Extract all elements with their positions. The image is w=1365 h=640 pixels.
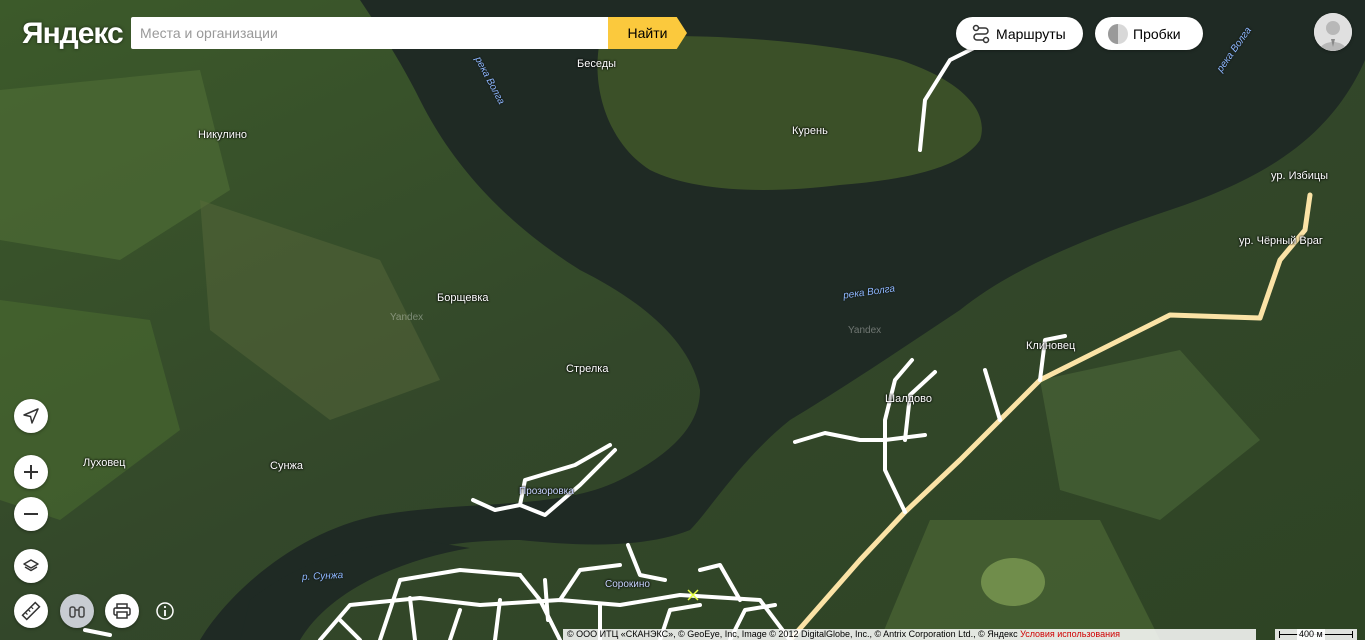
panorama-button[interactable] xyxy=(60,594,94,628)
place-label: ур. Избицы xyxy=(1271,170,1329,182)
scale-label: 400 м xyxy=(1297,629,1325,640)
layers-icon xyxy=(23,559,39,572)
place-label: Стрелка xyxy=(566,363,609,375)
place-label: ур. Чёрный Враг xyxy=(1239,235,1323,247)
place-label: Никулино xyxy=(198,129,248,141)
zoom-out-button[interactable] xyxy=(14,497,48,531)
info-button[interactable] xyxy=(148,594,182,628)
route-icon xyxy=(970,23,992,45)
yandex-logo[interactable]: Яндекс xyxy=(22,17,124,51)
place-label: Сунжа xyxy=(270,460,303,472)
zoom-in-button[interactable] xyxy=(14,455,48,489)
user-icon xyxy=(1314,13,1352,51)
watermark: Yandex xyxy=(848,325,882,336)
user-avatar[interactable] xyxy=(1314,13,1352,51)
place-label: Беседы xyxy=(577,58,617,70)
place-label: Луховец xyxy=(83,457,126,469)
ruler-icon xyxy=(21,601,41,621)
traffic-label: Пробки xyxy=(1133,25,1181,42)
info-icon xyxy=(156,602,174,620)
plus-icon xyxy=(24,465,38,479)
place-label: Клиновец xyxy=(1026,340,1076,352)
copyright-bar: © ООО ИТЦ «СКАНЭКС», © GeoEye, Inc, Imag… xyxy=(563,629,1256,640)
geolocation-button[interactable] xyxy=(14,399,48,433)
place-label: Сорокино xyxy=(605,579,650,590)
place-label: Курень xyxy=(792,125,828,137)
place-label: Шалдово xyxy=(885,393,932,405)
binoculars-icon xyxy=(69,606,85,618)
copyright-text: © ООО ИТЦ «СКАНЭКС», © GeoEye, Inc, Imag… xyxy=(567,629,1018,639)
terms-link[interactable]: Условия использования xyxy=(1020,629,1120,639)
watermark: Yandex xyxy=(390,312,424,323)
layers-button[interactable] xyxy=(14,549,48,583)
satellite-map[interactable] xyxy=(0,0,1365,640)
geolocation-icon xyxy=(23,408,39,424)
field-patch xyxy=(981,558,1045,606)
place-label: Борщевка xyxy=(437,292,489,304)
printer-icon xyxy=(113,603,131,619)
search-input[interactable] xyxy=(131,17,608,49)
traffic-icon xyxy=(1107,23,1129,45)
print-button[interactable] xyxy=(105,594,139,628)
minus-icon xyxy=(24,513,38,515)
routes-button[interactable]: Маршруты xyxy=(956,17,1083,50)
traffic-button[interactable]: Пробки xyxy=(1095,17,1203,50)
find-button[interactable]: Найти xyxy=(608,17,687,49)
scale-bar: 400 м xyxy=(1275,629,1357,640)
river-label: р. Сунжа xyxy=(301,569,344,584)
ruler-button[interactable] xyxy=(14,594,48,628)
routes-label: Маршруты xyxy=(996,25,1066,42)
place-label: Прозоровка xyxy=(519,486,574,497)
